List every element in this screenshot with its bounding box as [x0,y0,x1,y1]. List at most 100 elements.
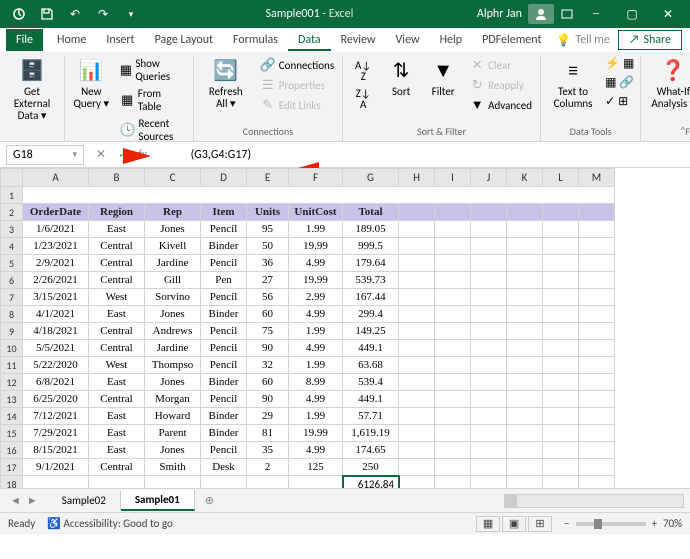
row-header[interactable]: 17 [1,459,23,476]
collapse-ribbon-icon[interactable]: ˄ [680,125,686,139]
spreadsheet-grid[interactable]: ABCDEFGHIJKLM12OrderDateRegionRepItemUni… [0,168,690,488]
tab-data[interactable]: Data [288,29,331,51]
horizontal-scrollbar[interactable] [224,494,690,508]
tab-insert[interactable]: Insert [96,29,144,51]
cell[interactable]: 539.73 [343,272,399,289]
cell[interactable] [579,391,615,408]
text-to-columns-button[interactable]: ≡Text to Columns [547,56,599,112]
cell[interactable] [471,238,507,255]
cell[interactable] [399,357,435,374]
tab-home[interactable]: Home [47,29,96,51]
cell[interactable] [543,323,579,340]
cell[interactable] [399,238,435,255]
column-header-D[interactable]: D [201,169,247,187]
cell[interactable]: 35 [247,442,289,459]
cell[interactable]: 6/8/2021 [23,374,89,391]
cell[interactable]: 95 [247,221,289,238]
table-header-cell[interactable]: Rep [145,204,201,221]
row-header[interactable]: 2 [1,204,23,221]
cell[interactable] [579,306,615,323]
column-header-H[interactable]: H [399,169,435,187]
cell[interactable] [579,221,615,238]
flash-fill-icon[interactable]: ⚡ [605,56,620,71]
table-header-cell[interactable]: UnitCost [289,204,343,221]
cell[interactable] [435,442,471,459]
row-header[interactable]: 14 [1,408,23,425]
cell[interactable] [435,391,471,408]
data-model-icon[interactable]: ⊞ [618,94,628,109]
cell[interactable] [579,476,615,489]
column-header-K[interactable]: K [507,169,543,187]
qat-dropdown-icon[interactable]: ▾ [120,3,142,25]
cell[interactable] [399,425,435,442]
show-queries-button[interactable]: ▦Show Queries [118,56,187,84]
new-sheet-button[interactable]: ⊕ [195,494,224,507]
cell[interactable]: 1.99 [289,408,343,425]
tab-file[interactable]: File [6,29,43,51]
sheet-tab-sample01[interactable]: Sample01 [121,490,195,511]
cell[interactable] [89,476,145,489]
selected-cell[interactable]: 6126.84 [343,476,399,489]
cell[interactable] [471,272,507,289]
cell[interactable] [579,459,615,476]
cell[interactable]: 8.99 [289,374,343,391]
row-header[interactable]: 6 [1,272,23,289]
properties-button[interactable]: ☰Properties [258,76,336,94]
cell[interactable] [471,374,507,391]
cell[interactable]: 999.5 [343,238,399,255]
cell[interactable]: Jones [145,306,201,323]
cell[interactable]: Binder [201,306,247,323]
view-normal-icon[interactable]: ▦ [476,516,500,532]
undo-icon[interactable]: ↶ [64,3,86,25]
cell[interactable]: 299.4 [343,306,399,323]
cell[interactable] [507,306,543,323]
clear-button[interactable]: ✕Clear [467,56,534,74]
cell[interactable] [507,476,543,489]
column-header-L[interactable]: L [543,169,579,187]
advanced-button[interactable]: ▼Advanced [467,96,534,114]
cell[interactable] [471,476,507,489]
column-header-A[interactable]: A [23,169,89,187]
cell[interactable]: Gill [145,272,201,289]
consolidate-icon[interactable]: ▦ [623,56,634,71]
cell[interactable]: 1/6/2021 [23,221,89,238]
cell[interactable]: Pencil [201,340,247,357]
cell[interactable] [23,476,89,489]
cell[interactable]: Sorvino [145,289,201,306]
cell[interactable]: Kivell [145,238,201,255]
cell[interactable]: 60 [247,306,289,323]
cell[interactable] [543,391,579,408]
row-header[interactable]: 16 [1,442,23,459]
cell[interactable] [471,306,507,323]
row-header[interactable]: 13 [1,391,23,408]
from-table-button[interactable]: ▦From Table [118,86,187,114]
cell[interactable]: 1.99 [289,221,343,238]
cell[interactable] [543,408,579,425]
cell[interactable]: 189.05 [343,221,399,238]
save-icon[interactable] [36,3,58,25]
cell[interactable] [435,408,471,425]
cell[interactable]: 19.99 [289,272,343,289]
cell[interactable] [579,272,615,289]
cell[interactable] [435,374,471,391]
data-validation-icon[interactable]: ✓ [605,94,615,109]
cell[interactable] [579,340,615,357]
sheet-tab-sample02[interactable]: Sample02 [48,491,121,510]
column-header-E[interactable]: E [247,169,289,187]
cell[interactable] [471,221,507,238]
cell[interactable] [507,323,543,340]
cell[interactable] [543,357,579,374]
cell[interactable]: Binder [201,408,247,425]
cell[interactable]: 2/9/2021 [23,255,89,272]
column-header-F[interactable]: F [289,169,343,187]
cell[interactable]: 19.99 [289,425,343,442]
cell[interactable] [399,272,435,289]
cell[interactable] [289,476,343,489]
cell[interactable] [399,323,435,340]
cell[interactable]: 27 [247,272,289,289]
cell[interactable]: 2.99 [289,289,343,306]
cell[interactable] [471,323,507,340]
cell[interactable] [543,476,579,489]
cell[interactable]: Pencil [201,391,247,408]
cell[interactable] [507,238,543,255]
